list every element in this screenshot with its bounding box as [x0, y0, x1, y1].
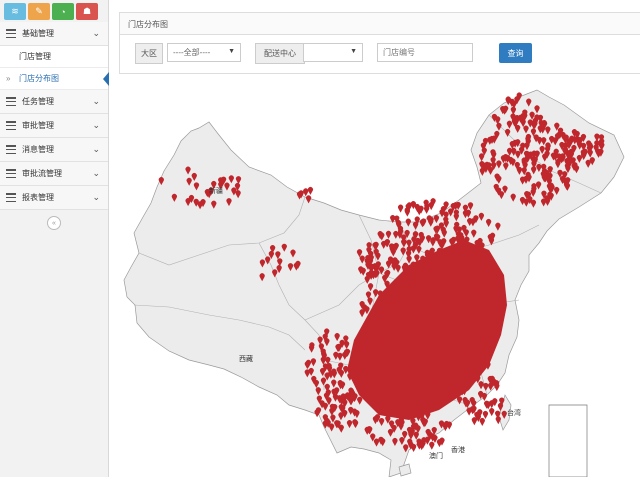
chevron-down-icon: ⌄: [92, 96, 100, 106]
submenu-label: 门店分布图: [19, 74, 59, 83]
chevron-down-icon: ⌄: [92, 144, 100, 154]
main-content: 门店分布图 大区 ----全部---- ▼ 配送中心 ▼ 查询: [109, 0, 640, 477]
region-label: 大区: [135, 43, 163, 64]
south-china-sea-inset: [548, 404, 588, 477]
distribution-center-label: 配送中心: [255, 43, 305, 64]
pie-chart-icon: ◔: [60, 6, 66, 17]
store-marker-icon[interactable]: [482, 410, 489, 419]
filter-bar: 大区 ----全部---- ▼ 配送中心 ▼ 查询: [119, 34, 640, 74]
list-icon: [6, 145, 16, 154]
shortcut-bar: ≋ ✎ ◔ ☗: [0, 0, 108, 22]
store-marker-icon[interactable]: [481, 393, 487, 402]
store-marker-icon[interactable]: [471, 417, 477, 426]
store-marker-icon[interactable]: [432, 435, 438, 444]
menu-label: 报表管理: [22, 193, 54, 202]
shortcut-edit-button[interactable]: ✎: [28, 3, 50, 20]
map-label-hongkong: 香港: [451, 445, 465, 454]
submenu-store-map[interactable]: » 门店分布图: [0, 68, 109, 90]
list-icon: [6, 29, 16, 38]
store-marker-icon[interactable]: [410, 443, 417, 452]
store-marker-icon[interactable]: [303, 188, 309, 197]
region-select[interactable]: ----全部---- ▼: [167, 43, 241, 62]
double-chevron-left-icon: «: [52, 219, 56, 227]
signal-icon: ≋: [11, 6, 19, 16]
sidebar-collapse-button[interactable]: «: [47, 216, 61, 230]
caret-down-icon: ▼: [228, 48, 235, 55]
menu-message-management[interactable]: 消息管理 ⌄: [0, 138, 108, 162]
store-marker-icon[interactable]: [495, 416, 501, 425]
menu-label: 审批流管理: [22, 169, 62, 178]
china-store-map: 新疆 西藏 台湾 澳门 香港: [123, 89, 625, 477]
submenu-label: 门店管理: [19, 52, 51, 61]
shortcut-chart-button[interactable]: ◔: [52, 3, 74, 20]
store-marker-icon[interactable]: [436, 439, 443, 448]
menu-approval-management[interactable]: 审批管理 ⌄: [0, 114, 108, 138]
chevron-down-icon: ⌄: [92, 192, 100, 202]
edit-icon: ✎: [35, 6, 43, 16]
menu-report-management[interactable]: 报表管理 ⌄: [0, 186, 108, 210]
panel-header: 门店分布图: [119, 12, 640, 35]
caret-down-icon: ▼: [350, 48, 357, 55]
region-select-value: ----全部----: [173, 48, 211, 57]
shortcut-user-button[interactable]: ☗: [76, 3, 98, 20]
map-label-taiwan: 台湾: [507, 408, 521, 417]
sidebar: ≋ ✎ ◔ ☗ 基础管理 ⌄ 门店管理 » 门店分布图 任务管理 ⌄ 审批管理 …: [0, 0, 109, 477]
store-marker-icon[interactable]: [466, 407, 472, 416]
list-icon: [6, 169, 16, 178]
store-marker-icon[interactable]: [489, 400, 495, 409]
store-number-input[interactable]: [377, 43, 473, 62]
menu-workflow-management[interactable]: 审批流管理 ⌄: [0, 162, 108, 186]
map-label-xinjiang: 新疆: [209, 186, 223, 195]
list-icon: [6, 193, 16, 202]
store-marker-icon[interactable]: [479, 418, 485, 427]
shortcut-signal-button[interactable]: ≋: [4, 3, 26, 20]
menu-label: 任务管理: [22, 97, 54, 106]
map-label-tibet: 西藏: [239, 354, 253, 363]
store-marker-icon[interactable]: [404, 207, 410, 216]
store-marker-icon[interactable]: [489, 408, 495, 417]
panel-title: 门店分布图: [128, 20, 168, 29]
menu-label: 审批管理: [22, 121, 54, 130]
list-icon: [6, 97, 16, 106]
store-marker-icon[interactable]: [429, 441, 435, 450]
map-label-macau: 澳门: [429, 451, 443, 460]
store-marker-icon[interactable]: [397, 204, 404, 213]
chevron-down-icon: ⌄: [92, 168, 100, 178]
store-marker-icon[interactable]: [314, 409, 320, 418]
menu-label: 基础管理: [22, 29, 54, 38]
chevron-down-icon: ⌄: [92, 120, 100, 130]
menu-basic-management[interactable]: 基础管理 ⌄: [0, 22, 108, 46]
menu-label: 消息管理: [22, 145, 54, 154]
distribution-center-select[interactable]: ▼: [303, 43, 363, 62]
query-button[interactable]: 查询: [499, 43, 532, 63]
chevron-down-icon: ⌄: [92, 28, 100, 38]
store-marker-icon[interactable]: [442, 423, 448, 432]
store-marker-icon[interactable]: [307, 186, 314, 195]
submenu-store-management[interactable]: 门店管理: [0, 46, 108, 68]
chevron-right-icon: »: [6, 74, 11, 83]
list-icon: [6, 121, 16, 130]
user-icon: ☗: [82, 6, 92, 16]
menu-task-management[interactable]: 任务管理 ⌄: [0, 90, 108, 114]
